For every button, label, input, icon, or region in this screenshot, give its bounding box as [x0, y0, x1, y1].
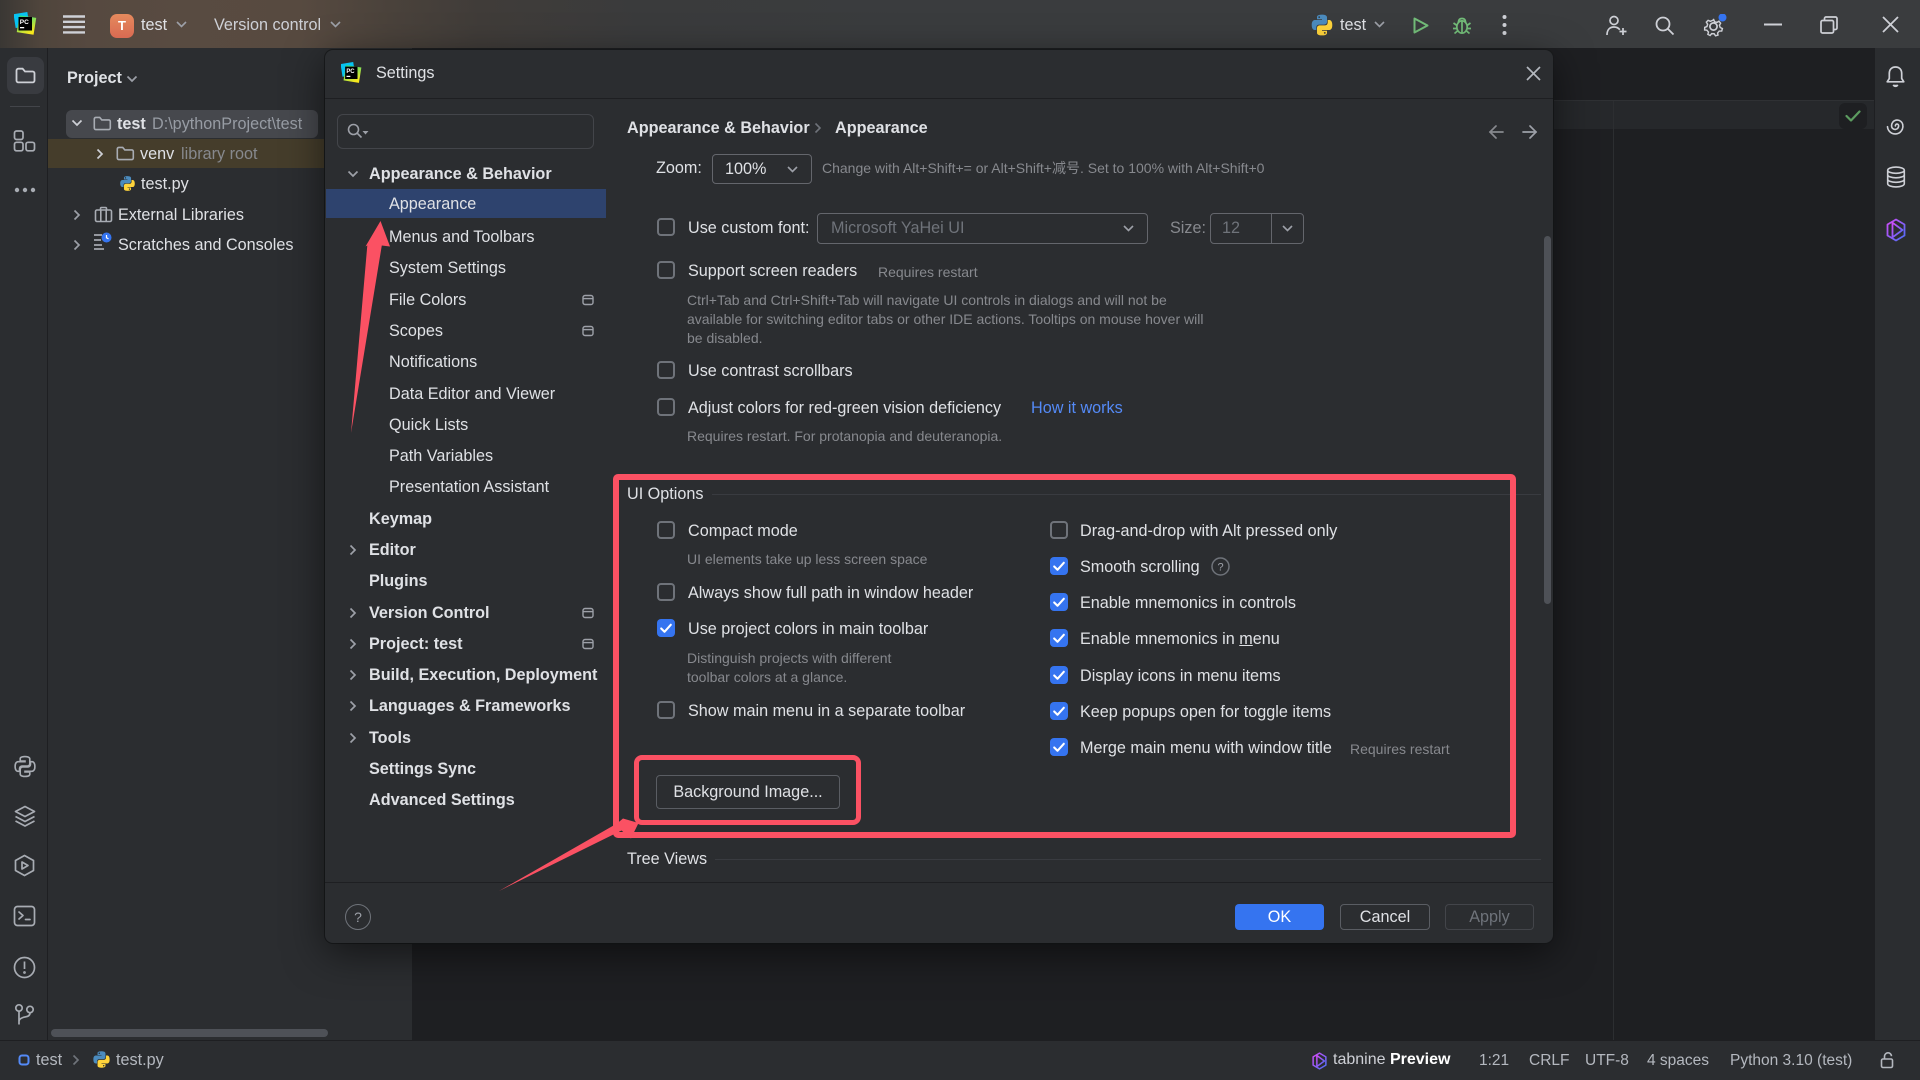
svg-text:PC: PC — [20, 19, 29, 26]
svg-text:PC: PC — [346, 69, 355, 75]
